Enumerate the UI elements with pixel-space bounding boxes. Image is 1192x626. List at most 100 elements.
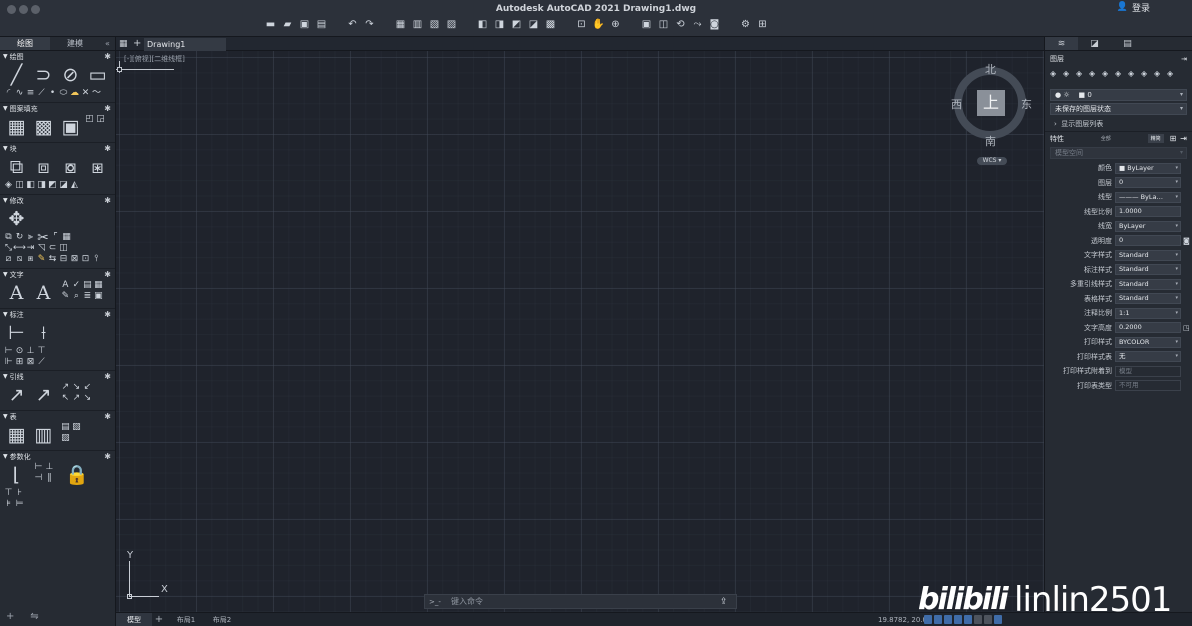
- revcloud-icon[interactable]: ☁: [69, 88, 80, 99]
- annotative-icon[interactable]: ◳: [1183, 324, 1191, 332]
- array-icon[interactable]: ▦: [61, 232, 72, 243]
- define-attribute-icon[interactable]: ◧: [25, 180, 36, 191]
- align-icon[interactable]: ⇆: [47, 254, 58, 265]
- pan-icon[interactable]: ✋: [592, 20, 604, 31]
- manage-attribute-icon[interactable]: ◨: [36, 180, 47, 191]
- save-as-icon[interactable]: ▤: [316, 20, 327, 31]
- lengthen-icon[interactable]: ✎: [36, 254, 47, 265]
- tab-draw[interactable]: 绘图: [0, 37, 50, 50]
- quick-select-icon[interactable]: ⊞: [1170, 134, 1177, 143]
- aligned-dim-icon[interactable]: ⟊: [30, 320, 57, 346]
- baseline-dim-icon[interactable]: ⊢: [3, 346, 14, 357]
- properties-icon[interactable]: ⫯: [91, 254, 102, 265]
- workspace-icon[interactable]: ⚙: [740, 20, 751, 31]
- erase-icon[interactable]: ⧆: [25, 254, 36, 265]
- compass-west[interactable]: 西: [951, 96, 962, 112]
- vertical-constraint-icon[interactable]: ⊥: [44, 462, 55, 473]
- tab-layers-icon[interactable]: ≋: [1045, 37, 1078, 50]
- gear-icon[interactable]: ✱: [104, 52, 111, 61]
- region-icon[interactable]: ◰: [84, 114, 95, 125]
- chevron-down-icon[interactable]: ▾: [1175, 222, 1178, 231]
- fillet-icon[interactable]: ⌜: [50, 232, 61, 243]
- chevron-down-icon[interactable]: ▾: [1175, 164, 1178, 173]
- new-tab-icon[interactable]: +: [133, 38, 141, 49]
- property-value[interactable]: Standard ▾: [1115, 278, 1181, 290]
- attribute-icon[interactable]: ⧆: [84, 154, 111, 180]
- viewport-controls[interactable]: [-][俯视][二维线框]: [124, 54, 185, 64]
- match-properties-icon[interactable]: ▣: [641, 20, 652, 31]
- sync-attribute-icon[interactable]: ◩: [47, 180, 58, 191]
- chevron-down-icon[interactable]: ▾: [1175, 352, 1178, 361]
- collect-leader-icon[interactable]: ↖: [60, 393, 71, 404]
- dim-constraint-icon[interactable]: ⊢: [33, 462, 44, 473]
- leader-style-icon[interactable]: ↗: [71, 393, 82, 404]
- radius-dim-icon[interactable]: ⊙: [14, 346, 25, 357]
- text-grid-icon[interactable]: ▦: [93, 280, 104, 291]
- circle-icon[interactable]: ⊘: [57, 62, 84, 88]
- tab-modeling[interactable]: 建模: [50, 37, 100, 50]
- text-frame-icon[interactable]: ▣: [93, 291, 104, 302]
- markup-icon[interactable]: ◪: [528, 20, 539, 31]
- tag-icon[interactable]: ◈: [3, 180, 14, 191]
- extend-icon[interactable]: ⇥: [25, 243, 36, 254]
- grid-icon[interactable]: ▦: [119, 39, 128, 49]
- current-layer-select[interactable]: ● ☼ ■ 0 ▾: [1050, 89, 1187, 101]
- rotate-icon[interactable]: ↻: [14, 232, 25, 243]
- align-leader-icon[interactable]: ↙: [82, 382, 93, 393]
- property-value[interactable]: 无 ▾: [1115, 351, 1181, 363]
- calculator-icon[interactable]: ▩: [545, 20, 556, 31]
- redo-icon[interactable]: ↷: [364, 20, 375, 31]
- gear-icon[interactable]: ✱: [104, 104, 111, 113]
- viewcube[interactable]: 上 北 南 西 东 WCS ▾: [951, 61, 1032, 165]
- add-leader-icon[interactable]: ↗: [60, 382, 71, 393]
- join-icon[interactable]: ⧅: [14, 254, 25, 265]
- layer-previous-icon[interactable]: ◈: [1141, 69, 1154, 81]
- show-layer-list[interactable]: › 显示图层列表: [1045, 117, 1192, 131]
- layer-state-select[interactable]: 未保存的图层状态 ▾: [1050, 103, 1187, 115]
- gradient-icon[interactable]: ▩: [30, 114, 57, 140]
- compass-east[interactable]: 东: [1021, 96, 1032, 112]
- property-value[interactable]: ByLayer ▾: [1115, 220, 1181, 232]
- chevron-down-icon[interactable]: ▾: [1175, 193, 1178, 202]
- break-icon[interactable]: ⧄: [3, 254, 14, 265]
- offset-icon[interactable]: ⊂: [47, 243, 58, 254]
- wipeout-icon[interactable]: ◲: [95, 114, 106, 125]
- property-value[interactable]: BYCOLOR ▾: [1115, 336, 1181, 348]
- freehand-icon[interactable]: 〜: [91, 88, 102, 99]
- collapse-palette-icon[interactable]: «: [100, 37, 115, 50]
- xline-icon[interactable]: ≡: [25, 88, 36, 99]
- block-editor-icon[interactable]: ◫: [658, 20, 669, 31]
- text-table-icon[interactable]: ▤: [82, 280, 93, 291]
- gear-icon[interactable]: ✱: [104, 144, 111, 153]
- transparency-icon[interactable]: ◙: [1183, 237, 1191, 245]
- add-layout-icon[interactable]: +: [152, 613, 166, 626]
- leader-edit-icon[interactable]: ↘: [82, 393, 93, 404]
- chevron-down-icon[interactable]: ▾: [1175, 294, 1178, 303]
- property-value[interactable]: 0.2000: [1115, 322, 1181, 334]
- param-manager-icon[interactable]: ⊨: [14, 499, 25, 510]
- open-file-icon[interactable]: ▰: [282, 20, 293, 31]
- polyline-icon[interactable]: ⊃: [30, 62, 57, 88]
- data-extract-icon[interactable]: ▧: [71, 422, 82, 433]
- leader-icon[interactable]: ↗: [30, 382, 57, 408]
- stretch-icon[interactable]: ⟷: [13, 243, 26, 254]
- compass-north[interactable]: 北: [985, 61, 996, 77]
- rectangle-icon[interactable]: ▭: [84, 62, 111, 88]
- dtext-icon[interactable]: A: [30, 280, 57, 306]
- table-export-icon[interactable]: ▨: [60, 433, 71, 444]
- props-export-icon[interactable]: ⇥: [1180, 134, 1187, 143]
- construction-icon[interactable]: ✕: [80, 88, 91, 99]
- layer-merge-icon[interactable]: ◈: [1167, 69, 1180, 81]
- table-style-icon[interactable]: ▤: [60, 422, 71, 433]
- multileader-icon[interactable]: ↗: [3, 382, 30, 408]
- point-icon[interactable]: •: [47, 88, 58, 99]
- property-value[interactable]: 0: [1115, 235, 1181, 247]
- ordinate-dim-icon[interactable]: ⊥: [25, 346, 36, 357]
- mtext-icon[interactable]: A: [3, 280, 30, 306]
- write-block-icon[interactable]: ◫: [14, 180, 25, 191]
- property-value[interactable]: ■ ByLayer ▾: [1115, 162, 1181, 174]
- command-prompt-icon[interactable]: >_-: [429, 598, 451, 606]
- xref-icon[interactable]: ⟲: [675, 20, 686, 31]
- orbit-icon[interactable]: ⊕: [610, 20, 621, 31]
- login-button[interactable]: 👤 登录: [1117, 0, 1192, 15]
